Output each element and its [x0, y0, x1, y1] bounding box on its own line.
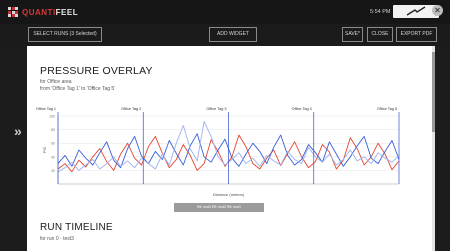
tag-label: Office Tag 4 — [292, 107, 312, 111]
toolbar: SELECT RUNS (3 Selected) ADD WIDGET SAVE… — [0, 24, 450, 45]
report-scrollbar-thumb[interactable] — [432, 52, 435, 132]
select-runs-button[interactable]: SELECT RUNS (3 Selected) — [28, 27, 102, 42]
y-axis-label: PSI — [42, 147, 47, 153]
tag-label: Office Tag 3 — [206, 107, 226, 111]
expand-panel-icon[interactable]: » — [14, 123, 22, 139]
y-tick-label: 40 — [51, 155, 55, 159]
pressure-overlay-chart: Office Tag 1 Office Tag 2 Office Tag 3 Offi… — [36, 107, 400, 197]
report-card: PRESSURE OVERLAY for Office area from 'O… — [27, 46, 433, 251]
x-axis-label: Distance (meters) — [213, 192, 245, 197]
save-button[interactable]: SAVE* — [342, 27, 363, 42]
close-window-icon[interactable]: ✕ — [432, 5, 443, 16]
brand-suffix: FEEL — [55, 8, 79, 17]
add-widget-button[interactable]: ADD WIDGET — [209, 27, 257, 42]
export-pdf-button[interactable]: EXPORT PDF — [396, 27, 437, 42]
y-tick-label: 80 — [51, 128, 55, 132]
run-timeline-subtitle: for run 0 - test3 — [40, 236, 74, 242]
title-bar: QUANTIFEEL 5:54 PM ✕ — [0, 0, 450, 24]
app-logo-icon — [8, 7, 18, 17]
tag-label: Office Tag 5 — [377, 107, 397, 111]
close-button[interactable]: CLOSE — [367, 27, 393, 42]
tag-label: Office Tag 1 — [36, 107, 56, 111]
tag-label: Office Tag 2 — [121, 107, 141, 111]
chart-legend[interactable]: Rft. test3 Rft. test2 Rft. test1 — [174, 203, 264, 212]
y-tick-label: 100 — [49, 115, 55, 119]
run-timeline-title: RUN TIMELINE — [40, 222, 113, 233]
y-tick-label: 20 — [51, 169, 55, 173]
brand-prefix: QUANTI — [22, 8, 56, 17]
clock: 5:54 PM — [370, 9, 391, 15]
app-brand: QUANTIFEEL — [22, 8, 78, 17]
y-tick-label: 60 — [51, 142, 55, 146]
